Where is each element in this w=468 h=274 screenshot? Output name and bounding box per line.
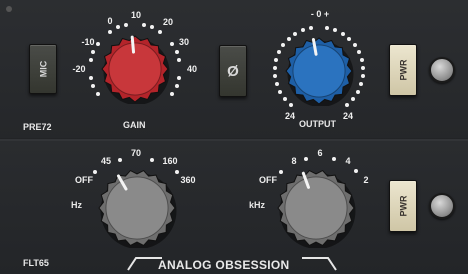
gain-scale-dot bbox=[177, 75, 182, 80]
output-scale-dot bbox=[282, 96, 287, 101]
gain-scale-dot bbox=[124, 22, 129, 27]
hz-scale-dot bbox=[118, 158, 122, 162]
output-scale-dot bbox=[359, 57, 364, 62]
phase-icon: Ø bbox=[227, 62, 239, 80]
khz-unit-label: kHz bbox=[249, 200, 266, 210]
gain-scale-dot bbox=[95, 41, 100, 46]
khz-scale-label: 8 bbox=[291, 156, 297, 166]
output-scale-max: 24 bbox=[342, 111, 354, 121]
khz-knob[interactable] bbox=[276, 168, 356, 248]
output-scale-dot bbox=[356, 50, 361, 55]
flt65-module-name: FLT65 bbox=[23, 258, 49, 268]
gain-scale-label: 10 bbox=[130, 10, 142, 20]
output-scale-dot bbox=[358, 82, 363, 87]
power-lamp-bottom bbox=[429, 193, 455, 219]
gain-scale-label: 0 bbox=[107, 16, 113, 26]
khz-scale-label: OFF bbox=[259, 175, 277, 185]
output-knob[interactable] bbox=[284, 36, 354, 106]
phase-button[interactable]: Ø bbox=[219, 45, 247, 97]
hz-scale-label: 160 bbox=[162, 156, 178, 166]
output-scale-dot bbox=[360, 66, 365, 71]
output-scale-dot bbox=[355, 89, 360, 94]
pwr-button-top-label: PWR bbox=[398, 59, 408, 81]
gain-scale-label: -10 bbox=[81, 37, 95, 47]
gain-scale-dot bbox=[177, 58, 182, 63]
khz-scale-dot bbox=[332, 157, 336, 161]
output-scale-dot bbox=[273, 74, 278, 79]
gain-scale-dot bbox=[141, 22, 146, 27]
gain-scale-dot bbox=[91, 84, 96, 89]
gain-scale-dot bbox=[170, 92, 175, 96]
khz-scale-dot bbox=[304, 157, 308, 161]
output-scale-dot bbox=[333, 28, 338, 33]
output-scale-dot bbox=[352, 43, 357, 48]
hz-scale-dot bbox=[150, 158, 154, 162]
output-scale-dot bbox=[325, 25, 330, 30]
hz-scale-label: OFF bbox=[75, 175, 93, 185]
output-scale-dot bbox=[308, 25, 313, 30]
mic-button[interactable]: MIC bbox=[29, 44, 57, 94]
khz-scale-dot bbox=[279, 170, 283, 174]
hz-scale-label: 45 bbox=[100, 156, 112, 166]
output-scale-dot bbox=[286, 36, 291, 41]
gain-scale-label: 30 bbox=[178, 37, 190, 47]
gain-scale-dot bbox=[174, 84, 179, 89]
gain-scale-label: 40 bbox=[186, 64, 198, 74]
output-scale-dot bbox=[345, 102, 350, 107]
khz-scale-dot bbox=[354, 169, 358, 173]
khz-scale-label: 4 bbox=[345, 156, 351, 166]
gain-scale-dot bbox=[174, 49, 179, 54]
power-lamp-top bbox=[429, 57, 455, 83]
gain-scale-dot bbox=[88, 58, 93, 63]
output-scale-dot bbox=[347, 36, 352, 41]
gain-scale-label: 20 bbox=[162, 17, 174, 27]
hz-scale-label: 70 bbox=[130, 148, 142, 158]
gain-scale-dot bbox=[158, 29, 162, 34]
pwr-button-bottom-label: PWR bbox=[398, 195, 408, 217]
gain-label: GAIN bbox=[123, 120, 146, 130]
brand-name: ANALOG OBSESSION bbox=[158, 258, 290, 272]
hz-scale-dot bbox=[93, 170, 97, 174]
pwr-button-bottom[interactable]: PWR bbox=[389, 180, 417, 232]
gain-scale-dot bbox=[150, 25, 155, 30]
gain-knob[interactable] bbox=[100, 34, 170, 104]
hz-knob[interactable] bbox=[97, 168, 177, 248]
hz-unit-label: Hz bbox=[71, 200, 82, 210]
hz-scale-dot bbox=[175, 170, 179, 174]
output-label: OUTPUT bbox=[299, 119, 336, 129]
output-scale-dot bbox=[275, 82, 280, 87]
gain-scale-dot bbox=[170, 41, 175, 46]
output-scale-dot bbox=[293, 31, 298, 36]
plugin-window: MIC PRE72 GAIN Ø OUTPUT PWR Hz kHz PWR F… bbox=[0, 0, 468, 274]
gain-scale-dot bbox=[95, 92, 100, 96]
pre72-module-name: PRE72 bbox=[23, 122, 52, 132]
output-scale-dot bbox=[300, 28, 305, 33]
output-scale-dot bbox=[274, 57, 279, 62]
output-scale-min: 24 bbox=[284, 111, 296, 121]
gain-scale-dot bbox=[91, 49, 96, 54]
screw-tl bbox=[6, 6, 12, 12]
output-scale-dot bbox=[351, 96, 356, 101]
khz-scale-label: 6 bbox=[317, 148, 323, 158]
output-scale-dot bbox=[360, 74, 365, 79]
output-scale-dot bbox=[340, 31, 345, 36]
output-scale-dot bbox=[277, 50, 282, 55]
gain-scale-dot bbox=[107, 29, 112, 34]
output-scale-dot bbox=[281, 43, 286, 48]
gain-scale-dot bbox=[88, 75, 93, 80]
output-scale-dot bbox=[273, 66, 278, 71]
khz-scale-label: 2 bbox=[363, 175, 369, 185]
gain-scale-dot bbox=[115, 25, 120, 30]
output-scale-top: - 0 + bbox=[310, 9, 330, 19]
pwr-button-top[interactable]: PWR bbox=[389, 44, 417, 96]
mic-button-label: MIC bbox=[38, 60, 48, 78]
output-scale-dot bbox=[278, 89, 283, 94]
hz-scale-label: 360 bbox=[180, 175, 196, 185]
output-scale-dot bbox=[288, 102, 293, 107]
gain-scale-label: -20 bbox=[72, 64, 86, 74]
